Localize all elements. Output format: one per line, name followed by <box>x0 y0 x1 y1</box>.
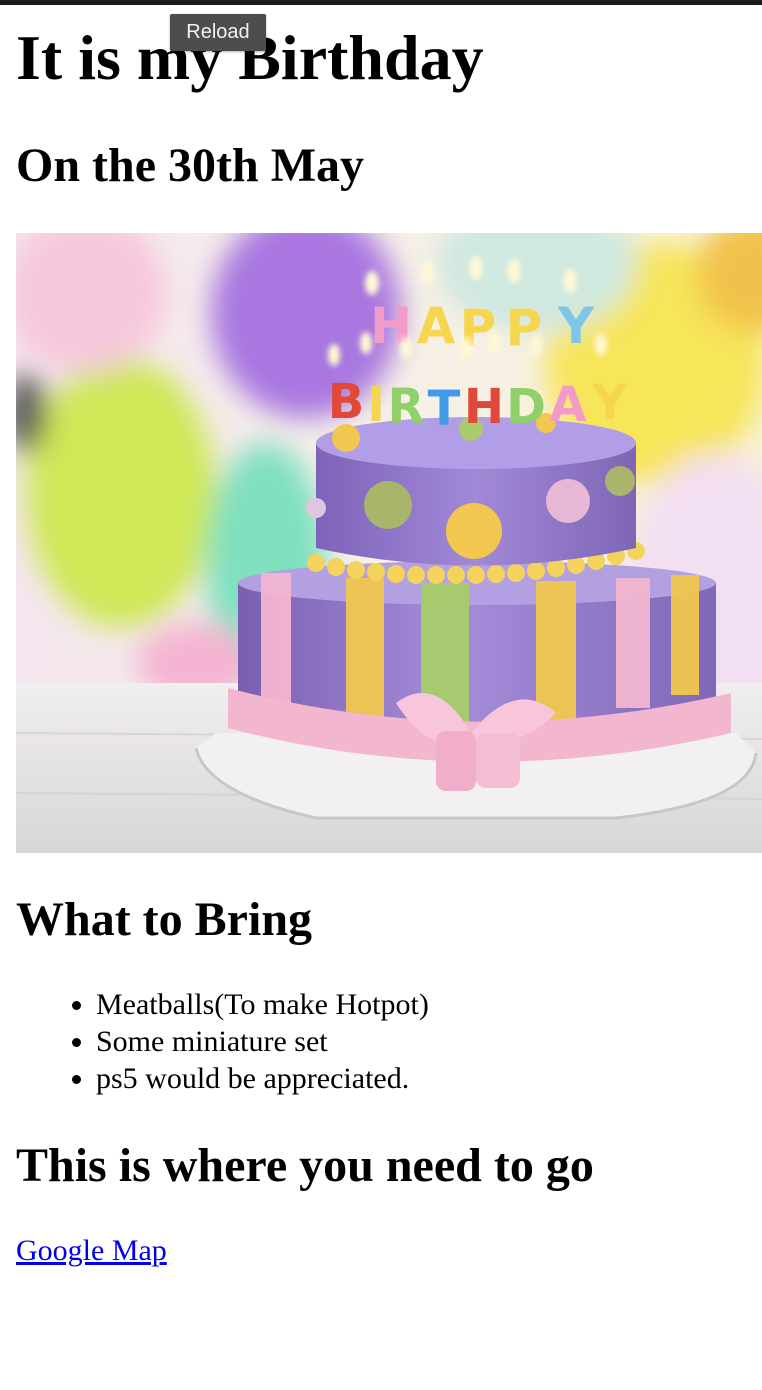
bring-list: Meatballs(To make Hotpot) Some miniature… <box>16 986 429 1097</box>
svg-text:Y: Y <box>557 297 595 355</box>
google-map-link[interactable]: Google Map <box>16 1232 167 1270</box>
svg-text:A: A <box>417 297 456 355</box>
reload-tooltip: Reload <box>170 14 266 51</box>
svg-text:B: B <box>328 374 365 430</box>
svg-text:H: H <box>464 379 504 435</box>
svg-text:A: A <box>549 377 586 433</box>
list-item: Some miniature set <box>96 1023 429 1060</box>
svg-text:Y: Y <box>592 375 629 431</box>
list-item: ps5 would be appreciated. <box>96 1060 429 1097</box>
birthday-cake-image: H A P P Y B I R T H D A Y <box>16 233 762 853</box>
date-heading: On the 30th May <box>16 139 364 192</box>
svg-text:D: D <box>506 379 546 435</box>
directions-heading: This is where you need to go <box>16 1139 594 1192</box>
svg-text:T: T <box>428 381 461 437</box>
svg-text:R: R <box>388 379 425 435</box>
svg-text:I: I <box>367 377 385 433</box>
list-item: Meatballs(To make Hotpot) <box>96 986 429 1023</box>
browser-top-bar <box>0 0 762 5</box>
what-to-bring-heading: What to Bring <box>16 893 313 946</box>
